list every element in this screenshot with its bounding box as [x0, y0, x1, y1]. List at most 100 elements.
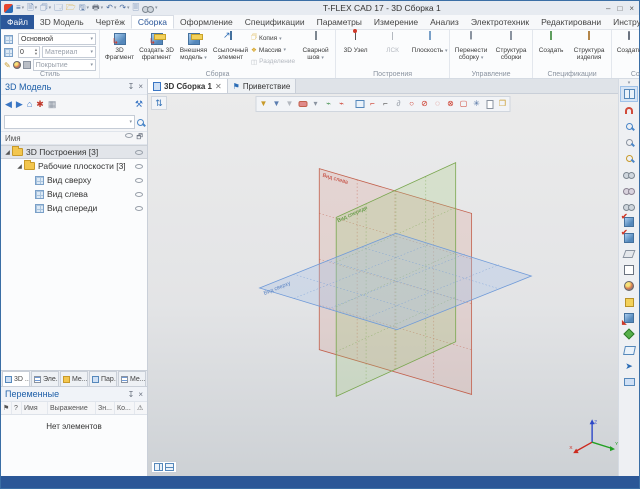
pin-icon[interactable]: ↧ — [128, 390, 135, 399]
rendering-icon[interactable] — [620, 278, 638, 294]
warning-column-icon[interactable]: ⚠ — [135, 402, 147, 414]
sheet-toggle-icon[interactable] — [484, 98, 496, 110]
tab-specifications[interactable]: Спецификации — [239, 15, 311, 29]
pin-icon[interactable]: ↧ — [128, 82, 135, 91]
expression-column[interactable]: Выражение — [48, 402, 96, 414]
square-toggle-icon[interactable]: ▢ — [458, 98, 470, 110]
material-combo[interactable]: Материал▾ — [42, 46, 96, 58]
transform-icon[interactable]: ➤ — [620, 358, 638, 374]
select-box-icon[interactable] — [297, 98, 309, 110]
camera-view-icon[interactable] — [620, 374, 638, 390]
undo-icon[interactable]: ↶▾ — [106, 4, 116, 12]
flag-column-icon[interactable]: ⚑ — [1, 402, 12, 414]
tab-drawing[interactable]: Чертёж — [90, 15, 131, 29]
redo-icon[interactable]: ↷▾ — [119, 4, 129, 12]
regenerate-button[interactable]: ⇅ — [151, 96, 167, 110]
tab-assembly[interactable]: Сборка — [131, 15, 174, 29]
assembly-structure-button[interactable]: Структура сборки — [491, 31, 531, 69]
array-button[interactable]: ❖Массив▾ — [251, 45, 295, 56]
product-structure-button[interactable]: Структура изделия — [568, 31, 610, 69]
3d-viewport[interactable]: Вид слева Вид спереди — [148, 94, 618, 476]
copy-document-icon[interactable]: 🗇▾ — [40, 4, 51, 12]
name-column-header[interactable]: Имя — [5, 134, 21, 143]
external-column[interactable]: ? — [12, 402, 22, 414]
tree-row-workplanes[interactable]: ◢ Рабочие плоскости [3] — [1, 159, 147, 173]
window-zoom-icon[interactable] — [620, 86, 638, 102]
tree-row-3d-constructions[interactable]: ◢ 3D Построения [3] — [1, 145, 147, 159]
back-icon[interactable]: ◀ — [5, 100, 12, 109]
create-spec-button[interactable]: Создать — [534, 31, 568, 69]
filter-grid-icon[interactable]: ▼ — [271, 98, 283, 110]
tree-search-input[interactable] — [7, 118, 129, 127]
sphere-toggle-icon[interactable]: ◌ — [432, 98, 444, 110]
save-icon[interactable]: 🖫▾ — [79, 4, 89, 12]
magnet-snap-icon[interactable] — [620, 102, 638, 118]
mates-toggle-icon[interactable]: ✳ — [471, 98, 483, 110]
open-folder-icon[interactable]: 🗁 — [66, 4, 76, 12]
split-button[interactable]: ◫Разделение — [251, 57, 295, 68]
workplane-toggle-icon[interactable] — [354, 98, 366, 110]
tab-electrical[interactable]: Электротехник — [465, 15, 535, 29]
reading-mode-icon[interactable]: ▾ — [142, 6, 158, 11]
eye-icon[interactable] — [135, 192, 143, 197]
style-combo[interactable]: Основной▾ — [18, 33, 96, 45]
weld-seam-button[interactable]: Сварной шов ▾ — [297, 31, 334, 69]
create-3d-fragment-button[interactable]: ↳ Создать 3D фрагмент — [138, 31, 175, 69]
tab-file[interactable]: Файл — [1, 15, 34, 29]
home-icon[interactable]: ⌂ — [27, 100, 32, 109]
split-horizontal-icon[interactable] — [165, 463, 174, 471]
external-model-button[interactable]: Внешняя модель ▾ — [175, 31, 212, 69]
create-mate-button[interactable]: Создать — [613, 31, 640, 69]
tab-3d-model[interactable]: 3D Модель — [34, 15, 90, 29]
snap-on-icon[interactable]: ⌁ — [323, 98, 335, 110]
section-cube-icon[interactable]: ◣ — [620, 310, 638, 326]
selection-filter-icon[interactable]: ▼ — [258, 98, 270, 110]
node-toggle-icon[interactable]: ⌐ — [380, 98, 392, 110]
fragment-3d-button[interactable]: ↳ 3D Фрагмент — [101, 31, 138, 69]
document-tab-welcome[interactable]: ⚑ Приветствие — [228, 79, 297, 93]
close-button[interactable]: × — [629, 4, 634, 13]
expand-icon[interactable]: ◢ — [15, 163, 24, 170]
tab-editing[interactable]: Редактировани — [535, 15, 607, 29]
ring-off-icon[interactable]: ⊗ — [445, 98, 457, 110]
excel-export-icon[interactable]: ▦ — [48, 100, 57, 109]
comment-column[interactable]: Ко... — [115, 402, 135, 414]
eye-icon[interactable] — [135, 206, 143, 211]
value-spinner[interactable]: 0▲▼ — [18, 46, 40, 58]
color-sphere-icon[interactable] — [13, 61, 21, 69]
expand-icon[interactable]: ◢ — [3, 149, 12, 156]
tab-measure[interactable]: Измерение — [368, 15, 424, 29]
panel-tab-elements[interactable]: Эле... — [31, 371, 59, 386]
document-tab-assembly[interactable]: 3D Сборка 1 ✕ — [148, 79, 228, 93]
options-gear-icon[interactable]: ✱ — [36, 100, 44, 109]
coating-combo[interactable]: Покрытие▾ — [33, 59, 96, 71]
panel-close-icon[interactable]: × — [138, 82, 143, 91]
split-vertical-icon[interactable] — [154, 463, 163, 471]
copy-button[interactable]: 🗇Копия▾ — [251, 33, 295, 44]
tree-search-icon[interactable] — [137, 119, 144, 126]
lcs-toggle-icon[interactable]: ⌐ — [367, 98, 379, 110]
lcs-button[interactable]: ЛСК — [374, 31, 411, 69]
layers-column-icon[interactable]: 🗗 — [136, 133, 143, 144]
move-assembly-button[interactable]: Перенести сборку ▾ — [451, 31, 491, 69]
print-icon[interactable]: 🖶▾ — [92, 4, 103, 12]
panel-tab-menu[interactable]: Ме... — [60, 371, 88, 386]
tree-row-top-view[interactable]: Вид сверху — [1, 173, 147, 187]
workplane-top-view[interactable]: Вид сверху — [260, 233, 532, 329]
tab-tools[interactable]: Инструменты — [607, 15, 640, 29]
wireframe-icon[interactable] — [620, 262, 638, 278]
3d-node-button[interactable]: 3D Узел — [337, 31, 374, 69]
new-document-icon[interactable]: 🗎▾ — [27, 4, 37, 12]
material-view-icon[interactable] — [620, 326, 638, 342]
panel-close-icon[interactable]: × — [138, 390, 143, 399]
filter-caret-icon[interactable]: ▾ — [310, 98, 322, 110]
eye-icon[interactable] — [135, 150, 143, 155]
panel-tab-3d-model[interactable]: 3D ... — [2, 371, 30, 386]
menu-icon[interactable]: ≡▾ — [16, 4, 24, 12]
tree-row-front-view[interactable]: Вид спереди — [1, 201, 147, 215]
wrench-icon[interactable]: ⚒ — [135, 100, 143, 109]
zoom-extents-icon[interactable] — [620, 150, 638, 166]
zoom-out-icon[interactable] — [620, 134, 638, 150]
forward-icon[interactable]: ▶ — [16, 100, 23, 109]
visibility-column-icon[interactable] — [125, 133, 133, 138]
